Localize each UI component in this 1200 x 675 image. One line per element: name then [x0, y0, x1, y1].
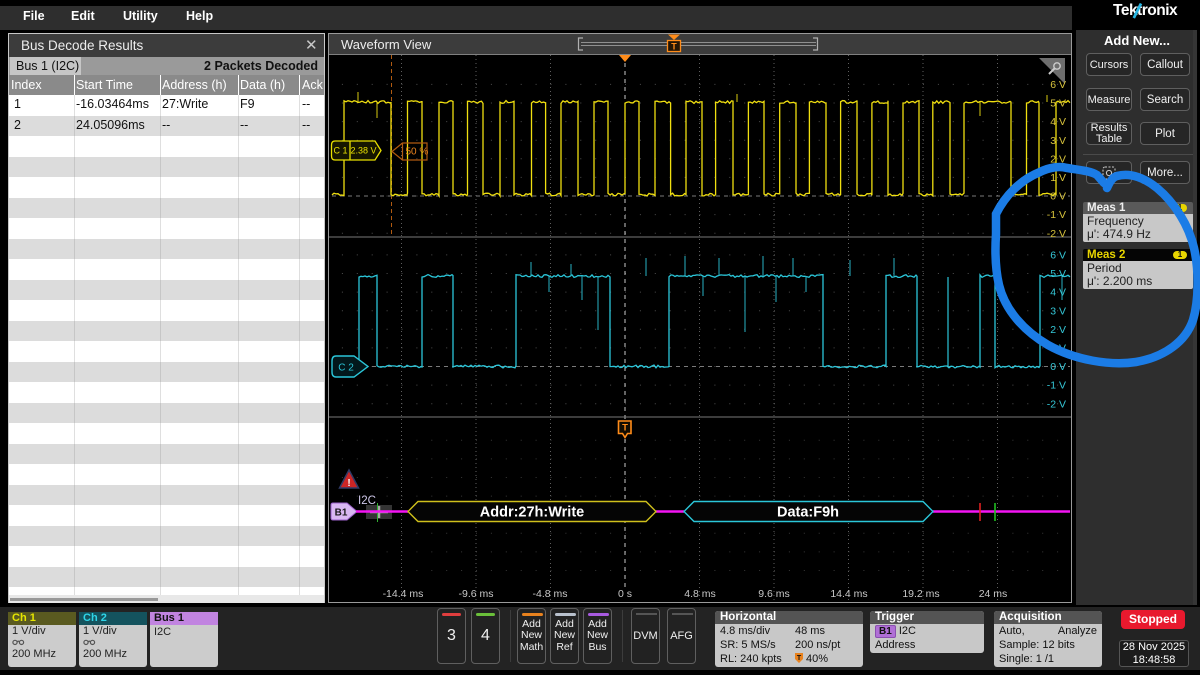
svg-text:Data:F9h: Data:F9h [777, 505, 839, 521]
svg-text:-14.4 ms: -14.4 ms [383, 588, 424, 600]
svg-text:14.4 ms: 14.4 ms [830, 588, 867, 600]
svg-text:-9.6 ms: -9.6 ms [458, 588, 493, 600]
svg-text:-1 V: -1 V [1047, 209, 1066, 221]
svg-text:2.38 V: 2.38 V [350, 146, 376, 156]
svg-text:9.6 ms: 9.6 ms [758, 588, 790, 600]
svg-text:-1 V: -1 V [1047, 380, 1066, 392]
svg-text:6 V: 6 V [1050, 79, 1066, 91]
svg-text:5 V: 5 V [1050, 268, 1066, 280]
svg-text:2 V: 2 V [1050, 153, 1066, 165]
svg-text:3 V: 3 V [1050, 305, 1066, 317]
svg-text:-2 V: -2 V [1047, 398, 1066, 410]
svg-text:19.2 ms: 19.2 ms [902, 588, 939, 600]
svg-text:-4.8 ms: -4.8 ms [532, 588, 567, 600]
svg-text:C 1: C 1 [333, 146, 347, 156]
svg-text:1 V: 1 V [1050, 343, 1066, 355]
svg-text:0 s: 0 s [618, 588, 632, 600]
svg-text:T: T [671, 42, 677, 52]
svg-text:50 %: 50 % [406, 147, 429, 158]
svg-text:C 2: C 2 [338, 363, 354, 374]
svg-text:T: T [622, 423, 628, 434]
svg-text:!: ! [347, 478, 350, 489]
svg-text:6 V: 6 V [1050, 250, 1066, 262]
svg-text:-2 V: -2 V [1047, 228, 1066, 240]
svg-text:B1: B1 [335, 508, 348, 519]
svg-text:1 V: 1 V [1050, 172, 1066, 184]
svg-text:2 V: 2 V [1050, 324, 1066, 336]
svg-text:0 V: 0 V [1050, 361, 1066, 373]
svg-text:4 V: 4 V [1050, 287, 1066, 299]
svg-text:0 V: 0 V [1050, 191, 1066, 203]
svg-text:4 V: 4 V [1050, 116, 1066, 128]
svg-text:3 V: 3 V [1050, 135, 1066, 147]
svg-text:4.8 ms: 4.8 ms [684, 588, 716, 600]
svg-text:24 ms: 24 ms [979, 588, 1008, 600]
svg-text:T: T [797, 655, 802, 662]
svg-text:5 V: 5 V [1050, 98, 1066, 110]
svg-text:Addr:27h:Write: Addr:27h:Write [480, 505, 584, 521]
